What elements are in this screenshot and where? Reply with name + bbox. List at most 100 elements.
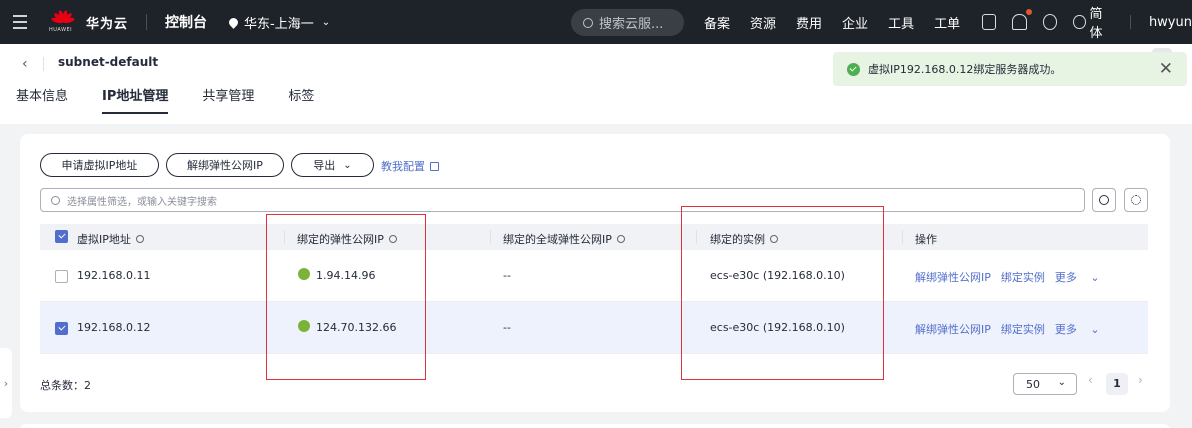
user-name[interactable]: hwyun bbox=[1149, 15, 1192, 30]
bind-instance-link[interactable]: 绑定实例 bbox=[1001, 321, 1045, 337]
unbind-eip-button[interactable]: 解绑弹性公网IP bbox=[166, 153, 284, 177]
language-label: 简体 bbox=[1089, 7, 1103, 41]
divider bbox=[43, 57, 44, 71]
settings-button[interactable] bbox=[1124, 188, 1148, 212]
globe-icon bbox=[1073, 15, 1086, 29]
location-pin-icon bbox=[227, 15, 240, 29]
instance-cell[interactable]: ecs-e30c (192.168.0.10) bbox=[710, 269, 845, 282]
row-checkbox[interactable] bbox=[55, 322, 68, 335]
top-navbar: 华为云 HUAWEI 控制台 华东-上海一 ⌄ 搜索云服... 备案 资源 费用… bbox=[0, 0, 1192, 44]
col-vip[interactable]: 虚拟IP地址 bbox=[77, 231, 144, 247]
table-row: 192.168.0.11 1.94.14.96 -- ecs-e30c (192… bbox=[40, 250, 1148, 302]
eip-value[interactable]: 124.70.132.66 bbox=[316, 321, 396, 334]
language-selector[interactable]: 简体 bbox=[1073, 3, 1112, 41]
console-link[interactable]: 控制台 bbox=[165, 12, 207, 32]
terminal-icon[interactable] bbox=[982, 14, 997, 30]
eip-value[interactable]: 1.94.14.96 bbox=[316, 269, 375, 282]
button-label: 导出 bbox=[313, 159, 336, 172]
row-actions: 解绑弹性公网IP 绑定实例 更多 ⌄ bbox=[915, 269, 1120, 285]
export-button[interactable]: 导出 ⌄ bbox=[291, 153, 374, 177]
filter-input[interactable]: 选择属性筛选，或输入关键字搜索 bbox=[40, 188, 1085, 212]
sort-icon[interactable] bbox=[135, 235, 144, 243]
chevron-down-icon: ⌄ bbox=[321, 16, 331, 28]
col-global-eip[interactable]: 绑定的全域弹性公网IP bbox=[503, 231, 625, 247]
nav-item-billing[interactable]: 费用 bbox=[796, 13, 822, 32]
search-icon bbox=[51, 195, 60, 205]
tutorial-link[interactable]: 教我配置 bbox=[381, 158, 439, 174]
column-label: 操作 bbox=[915, 233, 937, 246]
current-page[interactable]: 1 bbox=[1106, 373, 1128, 395]
tab-sharing[interactable]: 共享管理 bbox=[202, 86, 254, 114]
column-label: 虚拟IP地址 bbox=[77, 233, 131, 246]
help-icon[interactable] bbox=[1042, 14, 1058, 30]
divider bbox=[146, 14, 148, 30]
more-link[interactable]: 更多 ⌄ bbox=[1055, 321, 1110, 337]
total-count: 总条数：2 bbox=[40, 379, 91, 392]
nav-item-enterprise[interactable]: 企业 bbox=[842, 13, 868, 32]
tab-bar: 基本信息 IP地址管理 共享管理 标签 bbox=[16, 86, 348, 114]
divider bbox=[696, 230, 697, 244]
row-actions: 解绑弹性公网IP 绑定实例 更多 ⌄ bbox=[915, 321, 1120, 337]
eip-status-icon bbox=[298, 268, 310, 280]
sort-icon[interactable] bbox=[770, 235, 778, 243]
toast-message: 虚拟IP192.168.0.12绑定服务器成功。 bbox=[868, 63, 1062, 76]
refresh-button[interactable] bbox=[1092, 188, 1116, 212]
table-header: 虚拟IP地址 绑定的弹性公网IP 绑定的全域弹性公网IP 绑定的实例 操作 bbox=[40, 224, 1148, 250]
button-label: 解绑弹性公网IP bbox=[187, 159, 263, 172]
nav-item-tools[interactable]: 工具 bbox=[888, 13, 914, 32]
unbind-eip-link[interactable]: 解绑弹性公网IP bbox=[915, 269, 991, 285]
next-card-edge bbox=[20, 424, 1170, 428]
sort-icon[interactable] bbox=[616, 235, 625, 243]
region-selector[interactable]: 华东-上海一 ⌄ bbox=[227, 13, 331, 32]
nav-menu: 备案 资源 费用 企业 工具 工单 bbox=[704, 0, 980, 44]
apply-vip-button[interactable]: 申请虚拟IP地址 bbox=[40, 153, 159, 177]
unbind-eip-link[interactable]: 解绑弹性公网IP bbox=[915, 321, 991, 337]
tab-basic-info[interactable]: 基本信息 bbox=[16, 86, 68, 114]
instance-cell[interactable]: ecs-e30c (192.168.0.10) bbox=[710, 321, 845, 334]
more-label: 更多 bbox=[1054, 323, 1077, 336]
back-icon[interactable]: ‹ bbox=[22, 56, 28, 72]
tab-ip-management[interactable]: IP地址管理 bbox=[102, 86, 169, 114]
select-all-checkbox[interactable] bbox=[55, 230, 68, 243]
next-page-icon[interactable]: › bbox=[1138, 373, 1143, 387]
nav-item-resources[interactable]: 资源 bbox=[750, 13, 776, 32]
global-search[interactable]: 搜索云服... bbox=[571, 9, 684, 36]
menu-icon[interactable] bbox=[0, 0, 40, 44]
tab-tags[interactable]: 标签 bbox=[288, 86, 314, 114]
divider bbox=[1130, 15, 1131, 29]
nav-item-tickets[interactable]: 工单 bbox=[934, 13, 960, 32]
nav-item-filing[interactable]: 备案 bbox=[704, 13, 730, 32]
close-icon[interactable]: ✕ bbox=[1159, 59, 1173, 79]
page-title: subnet-default bbox=[58, 55, 159, 69]
logo-sub: HUAWEI bbox=[49, 27, 73, 33]
link-label: 教我配置 bbox=[381, 160, 425, 173]
more-label: 更多 bbox=[1054, 271, 1077, 284]
prev-page-icon[interactable]: ‹ bbox=[1088, 373, 1093, 387]
table-row: 192.168.0.12 124.70.132.66 -- ecs-e30c (… bbox=[40, 302, 1148, 354]
search-placeholder: 搜索云服... bbox=[599, 17, 664, 32]
eip-status-icon bbox=[298, 320, 310, 332]
refresh-icon bbox=[1099, 195, 1109, 205]
page-size-select[interactable]: 50 ⌄ bbox=[1013, 373, 1077, 395]
success-toast: 虚拟IP192.168.0.12绑定服务器成功。 ✕ bbox=[833, 52, 1187, 86]
sort-icon[interactable] bbox=[388, 235, 397, 243]
chevron-right-icon: › bbox=[3, 376, 9, 390]
bind-instance-link[interactable]: 绑定实例 bbox=[1001, 269, 1045, 285]
col-instance[interactable]: 绑定的实例 bbox=[710, 231, 778, 247]
region-label: 华东-上海一 bbox=[244, 16, 314, 32]
more-link[interactable]: 更多 ⌄ bbox=[1055, 269, 1110, 285]
divider bbox=[490, 230, 491, 244]
row-checkbox[interactable] bbox=[55, 270, 68, 283]
nav-icons: 简体 hwyun bbox=[982, 0, 1192, 44]
chevron-down-icon: ⌄ bbox=[1057, 377, 1066, 388]
column-label: 绑定的弹性公网IP bbox=[297, 233, 384, 246]
col-actions: 操作 bbox=[915, 231, 937, 247]
eip-cell: 124.70.132.66 bbox=[298, 320, 396, 334]
ip-table-card: 申请虚拟IP地址 解绑弹性公网IP 导出 ⌄ 教我配置 选择属性筛选，或输入关键字… bbox=[20, 134, 1170, 412]
col-eip[interactable]: 绑定的弹性公网IP bbox=[297, 231, 397, 247]
column-label: 绑定的实例 bbox=[710, 233, 765, 246]
global-eip-cell: -- bbox=[503, 269, 511, 282]
bell-icon[interactable] bbox=[1012, 9, 1033, 30]
sidebar-expand-handle[interactable]: › bbox=[0, 348, 12, 418]
page-size-value: 50 bbox=[1026, 377, 1040, 391]
